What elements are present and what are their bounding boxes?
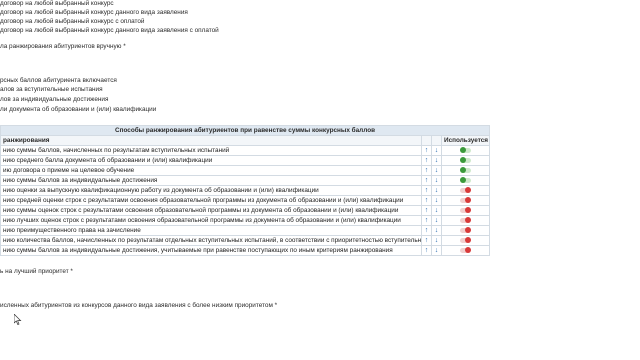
ranking-methods-table: Способы ранжирования абитуриентов при ра…	[0, 125, 491, 256]
ranking-method-text: нию суммы оценок строк с результатами ос…	[0, 205, 422, 216]
toggle-off-icon[interactable]	[460, 237, 471, 244]
used-toggle-cell	[440, 165, 491, 176]
arrow-down-icon[interactable]: ↓	[431, 165, 442, 176]
toggle-knob	[465, 207, 471, 214]
arrow-up-icon[interactable]: ↑	[421, 195, 432, 206]
toggle-on-icon[interactable]	[460, 167, 471, 174]
ranking-method-text: нию количества баллов, начисленных по ре…	[0, 235, 422, 246]
arrow-up-icon[interactable]: ↑	[421, 215, 432, 226]
toggle-off-icon[interactable]	[460, 207, 471, 214]
table-row: нию суммы баллов за индивидуальные дости…	[0, 245, 491, 256]
column-header-used: Используется	[440, 135, 491, 146]
arrow-down-icon[interactable]: ↓	[431, 225, 442, 236]
arrow-up-icon[interactable]: ↑	[421, 225, 432, 236]
option-line[interactable]: договор на любой выбранный конкурс данно…	[0, 27, 219, 35]
toggle-knob	[460, 177, 466, 184]
used-toggle-cell	[440, 185, 491, 196]
arrow-up-icon[interactable]: ↑	[421, 155, 432, 166]
toggle-on-icon[interactable]	[460, 177, 471, 184]
ranking-method-text: нию преимущественного права на зачислени…	[0, 225, 422, 236]
arrow-down-icon[interactable]: ↓	[431, 175, 442, 186]
column-header-method: ранжирования	[0, 135, 422, 146]
used-toggle-cell	[440, 245, 491, 256]
table-row: нию преимущественного права на зачислени…	[0, 225, 491, 236]
used-toggle-cell	[440, 175, 491, 186]
score-line[interactable]: лов за индивидуальные достижения	[0, 96, 108, 104]
table-row: ию договора о приеме на целевое обучение…	[0, 165, 491, 176]
ranking-method-text: нию лучших оценок строк с результатами о…	[0, 215, 422, 226]
toggle-on-icon[interactable]	[460, 157, 471, 164]
column-header-down	[431, 135, 442, 146]
used-toggle-cell	[440, 195, 491, 206]
arrow-down-icon[interactable]: ↓	[431, 195, 442, 206]
arrow-down-icon[interactable]: ↓	[431, 215, 442, 226]
arrow-up-icon[interactable]: ↑	[421, 235, 432, 246]
option-line[interactable]: договор на любой выбранный конкурс	[0, 0, 114, 8]
arrow-down-icon[interactable]: ↓	[431, 235, 442, 246]
toggle-off-icon[interactable]	[460, 197, 471, 204]
toggle-off-icon[interactable]	[460, 217, 471, 224]
toggle-knob	[465, 197, 471, 204]
option-line[interactable]: договор на любой выбранный конкурс с опл…	[0, 18, 145, 26]
used-toggle-cell	[440, 235, 491, 246]
toggle-knob	[465, 187, 471, 194]
table-row: нию суммы баллов, начисленных по результ…	[0, 145, 491, 156]
toggle-off-icon[interactable]	[460, 187, 471, 194]
option-line[interactable]: договор на любой выбранный конкурс данно…	[0, 9, 188, 17]
arrow-up-icon[interactable]: ↑	[421, 165, 432, 176]
table-row: нию оценки за выпускную квалификационную…	[0, 185, 491, 196]
arrow-down-icon[interactable]: ↓	[431, 145, 442, 156]
toggle-off-icon[interactable]	[460, 247, 471, 254]
table-row: нию средней оценки строк с результатами …	[0, 195, 491, 206]
ranking-method-text: нию суммы баллов за индивидуальные дости…	[0, 175, 422, 186]
table-row: нию суммы баллов за индивидуальные дости…	[0, 175, 491, 186]
toggle-off-icon[interactable]	[460, 227, 471, 234]
ranking-method-text: нию оценки за выпускную квалификационную…	[0, 185, 422, 196]
arrow-up-icon[interactable]: ↑	[421, 175, 432, 186]
toggle-knob	[465, 237, 471, 244]
arrow-down-icon[interactable]: ↓	[431, 155, 442, 166]
ranking-method-text: нию суммы баллов за индивидуальные дости…	[0, 245, 422, 256]
table-row: нию среднего балла документа об образова…	[0, 155, 491, 166]
ranking-method-text: ию договора о приеме на целевое обучение	[0, 165, 422, 176]
table-caption: Способы ранжирования абитуриентов при ра…	[0, 125, 491, 136]
ranking-method-text: нию суммы баллов, начисленных по результ…	[0, 145, 422, 156]
toggle-knob	[465, 227, 471, 234]
toggle-knob	[465, 247, 471, 254]
arrow-down-icon[interactable]: ↓	[431, 245, 442, 256]
ranking-method-text: нию средней оценки строк с результатами …	[0, 195, 422, 206]
used-toggle-cell	[440, 205, 491, 216]
arrow-down-icon[interactable]: ↓	[431, 205, 442, 216]
arrow-down-icon[interactable]: ↓	[431, 185, 442, 196]
arrow-up-icon[interactable]: ↑	[421, 185, 432, 196]
score-line[interactable]: алов за вступительные испытания	[0, 86, 103, 94]
used-toggle-cell	[440, 225, 491, 236]
table-row: нию лучших оценок строк с результатами о…	[0, 215, 491, 226]
toggle-knob	[465, 217, 471, 224]
column-header-up	[421, 135, 432, 146]
arrow-up-icon[interactable]: ↑	[421, 245, 432, 256]
toggle-on-icon[interactable]	[460, 147, 471, 154]
used-toggle-cell	[440, 155, 491, 166]
arrow-up-icon[interactable]: ↑	[421, 145, 432, 156]
score-line: рсных баллов абитуриента включается	[0, 77, 117, 84]
table-row: нию количества баллов, начисленных по ре…	[0, 235, 491, 246]
exclude-label: исленных абитуриентов из конкурсов данно…	[0, 302, 278, 309]
toggle-knob	[460, 147, 466, 154]
priority-label: ь на лучший приоритет *	[0, 268, 73, 275]
arrow-up-icon[interactable]: ↑	[421, 205, 432, 216]
table-row: нию суммы оценок строк с результатами ос…	[0, 205, 491, 216]
ranking-method-text: нию среднего балла документа об образова…	[0, 155, 422, 166]
toggle-knob	[460, 167, 466, 174]
used-toggle-cell	[440, 215, 491, 226]
score-line[interactable]: ли документа об образовании и (или) квал…	[0, 106, 156, 114]
toggle-knob	[460, 157, 466, 164]
manual-ranking-label: ла ранжирования абитуриентов вручную *	[0, 43, 126, 50]
used-toggle-cell	[440, 145, 491, 156]
